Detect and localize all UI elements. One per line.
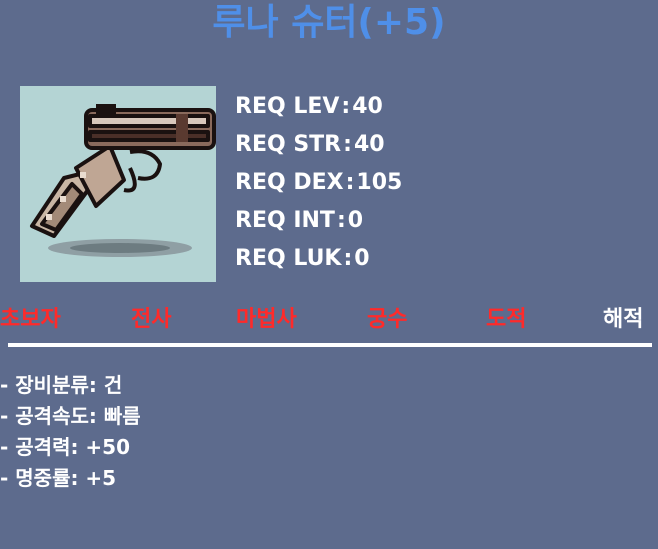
item-name-title: 루나 슈터(+5) xyxy=(212,2,446,43)
stat-attack-speed: - 공격속도: 빠름 xyxy=(0,404,141,428)
req-level: REQ LEV:40 xyxy=(235,94,383,119)
req-int: REQ INT:0 xyxy=(235,208,364,233)
req-str: REQ STR:40 xyxy=(235,132,385,157)
item-image xyxy=(20,86,216,282)
job-magician: 마법사 xyxy=(236,307,297,332)
stat-equipment-type: - 장비분류: 건 xyxy=(0,373,123,397)
req-luk: REQ LUK:0 xyxy=(235,246,370,271)
req-dex: REQ DEX:105 xyxy=(235,170,403,195)
requirements-list: REQ LEV:40 REQ STR:40 REQ DEX:105 REQ IN… xyxy=(235,88,495,278)
divider xyxy=(8,343,652,347)
job-restrictions: 초보자 전사 마법사 궁수 도적 해적 xyxy=(0,300,658,340)
stat-accuracy: - 명중률: +5 xyxy=(0,466,117,490)
job-bowman: 궁수 xyxy=(367,307,408,332)
job-warrior: 전사 xyxy=(131,307,172,332)
item-stats: - 장비분류: 건 - 공격속도: 빠름 - 공격력: +50 - 명중률: +… xyxy=(0,370,400,494)
job-pirate: 해적 xyxy=(603,307,644,332)
stat-attack-power: - 공격력: +50 xyxy=(0,435,131,459)
job-beginner: 초보자 xyxy=(0,307,61,332)
pistol-icon xyxy=(30,104,216,257)
job-thief: 도적 xyxy=(486,307,527,332)
